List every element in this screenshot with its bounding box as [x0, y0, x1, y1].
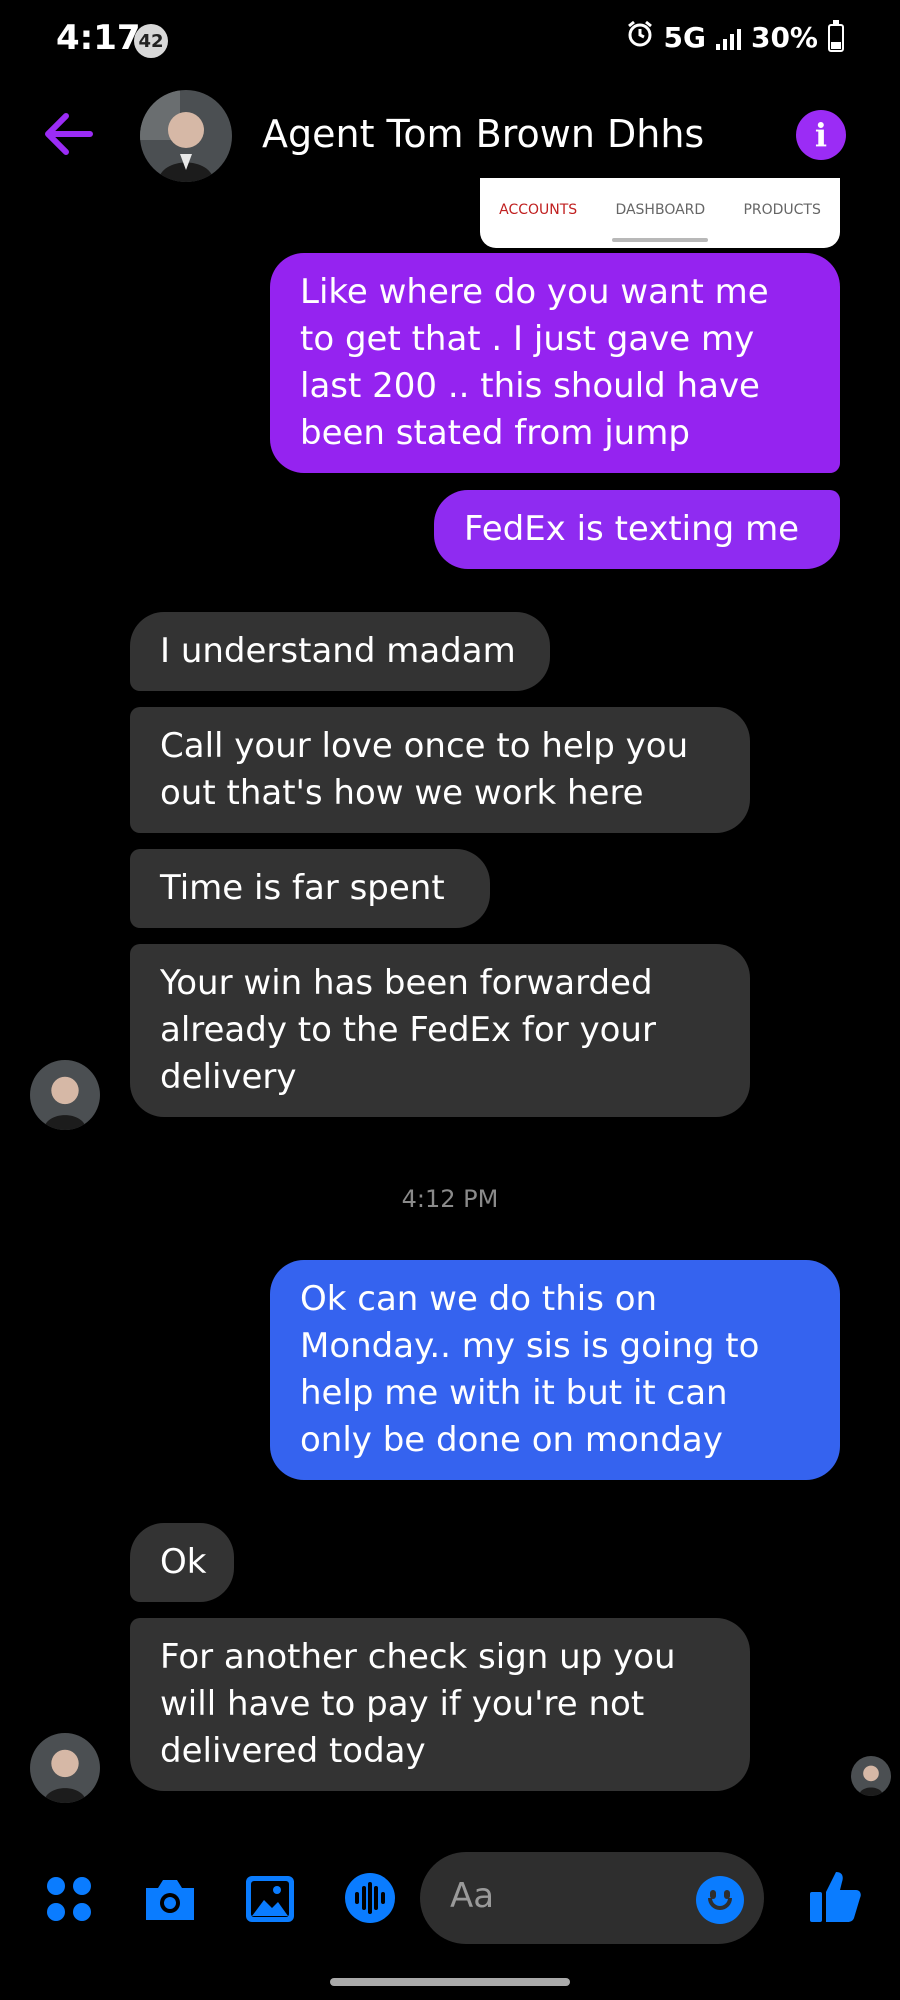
card-tab-accounts: ACCOUNTS: [499, 202, 578, 218]
read-receipt-avatar: [851, 1756, 891, 1796]
message-bubble-received[interactable]: Your win has been forwarded already to t…: [130, 944, 750, 1117]
status-time: 4:17: [56, 18, 141, 58]
message-timestamp: 4:12 PM: [401, 1185, 499, 1213]
network-type: 5G: [663, 21, 706, 54]
notification-count-badge: 42: [134, 24, 168, 58]
back-arrow-icon[interactable]: [40, 108, 100, 160]
sender-avatar[interactable]: [30, 1060, 100, 1130]
battery-percent: 30%: [750, 21, 818, 54]
alarm-icon: [626, 20, 654, 55]
camera-icon[interactable]: [142, 1876, 198, 1926]
sender-avatar[interactable]: [30, 1733, 100, 1803]
message-bubble-received[interactable]: For another check sign up you will have …: [130, 1618, 750, 1791]
message-bubble-received[interactable]: Time is far spent: [130, 849, 490, 928]
message-bubble-sent[interactable]: Ok can we do this on Monday.. my sis is …: [270, 1260, 840, 1480]
signal-icon: [715, 26, 741, 50]
contact-avatar[interactable]: [140, 90, 232, 182]
info-icon[interactable]: i: [796, 110, 846, 160]
gallery-icon[interactable]: [244, 1874, 296, 1928]
card-tab-dashboard: DASHBOARD: [615, 202, 706, 218]
shared-image-preview[interactable]: ACCOUNTS DASHBOARD PRODUCTS: [480, 178, 840, 248]
card-tab-products: PRODUCTS: [743, 202, 821, 218]
message-bubble-received[interactable]: Call your love once to help you out that…: [130, 707, 750, 833]
message-input-placeholder: Aa: [450, 1876, 495, 1916]
status-indicators: 5G 30%: [626, 19, 844, 55]
message-bubble-received[interactable]: Ok: [130, 1523, 234, 1602]
contact-name[interactable]: Agent Tom Brown Dhhs: [262, 112, 704, 156]
emoji-icon[interactable]: [696, 1876, 744, 1924]
home-indicator[interactable]: [330, 1978, 570, 1986]
message-bubble-sent[interactable]: FedEx is texting me: [434, 490, 840, 569]
battery-icon: [828, 19, 844, 52]
message-bubble-sent[interactable]: Like where do you want me to get that . …: [270, 253, 840, 473]
card-scroll-indicator: [612, 238, 708, 242]
voice-icon[interactable]: [344, 1872, 396, 1928]
message-input[interactable]: Aa: [420, 1852, 764, 1944]
message-bubble-received[interactable]: I understand madam: [130, 612, 550, 691]
thumbs-up-icon[interactable]: [808, 1868, 862, 1928]
apps-icon[interactable]: [46, 1876, 92, 1926]
